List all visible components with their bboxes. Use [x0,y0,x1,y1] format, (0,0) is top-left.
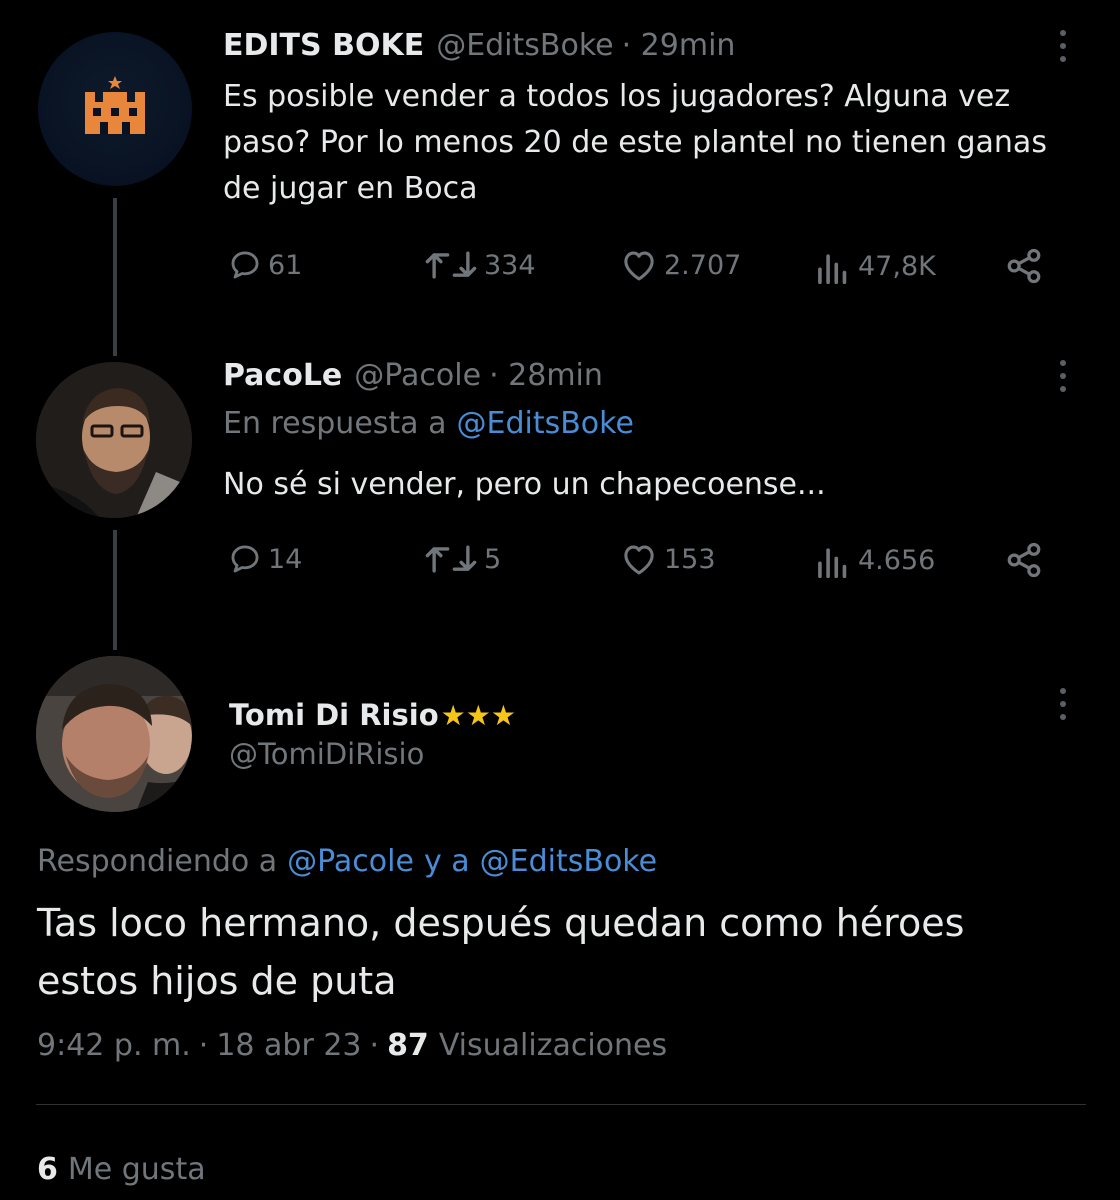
tweet-text: Tas loco hermano, después quedan como hé… [37,901,965,1003]
retweet-count: 334 [484,249,536,281]
date[interactable]: 18 abr 23 [216,1028,361,1063]
like-count: 153 [664,543,716,575]
time[interactable]: 9:42 p. m. [37,1028,191,1063]
more-icon[interactable] [1056,30,1070,62]
avatar[interactable] [36,362,192,518]
handle-text: @TomiDiRisio [229,737,425,771]
views-icon [818,254,847,284]
likes-summary[interactable]: 6 Me gusta [37,1152,206,1187]
handle[interactable]: @EditsBoke [436,28,613,63]
thread-line [113,198,117,356]
retweet-count: 5 [484,543,502,575]
like-button[interactable]: 153 [620,542,716,576]
avatar[interactable] [36,656,192,812]
mention-link[interactable]: @EditsBoke [480,844,657,879]
display-name[interactable]: EDITS BOKE [223,28,424,63]
tweet-text: Es posible vender a todos los jugadores?… [223,79,1047,206]
like-icon [624,251,654,281]
retweet-button[interactable]: 334 [424,248,536,282]
profile-photo [36,656,192,812]
avatar[interactable] [38,32,192,186]
display-name[interactable]: Tomi Di Risio [229,698,439,732]
display-name[interactable]: PacoLe [223,358,342,393]
share-button[interactable] [1004,542,1044,578]
views-button[interactable]: 4.656 [814,542,935,578]
more-icon[interactable] [1056,688,1070,720]
reply-count: 61 [268,249,303,281]
views-count: 47,8K [858,250,936,282]
handle[interactable]: @Pacole [354,358,481,393]
retweet-icon [425,545,477,573]
timestamp[interactable]: · 29min [622,28,736,63]
reply-button[interactable]: 61 [228,248,302,282]
reply-context: En respuesta a @EditsBoke [223,406,634,441]
reply-joiner: y a [423,844,470,879]
star-badge-icon: ★★★ [440,699,516,732]
like-count: 2.707 [664,249,742,281]
reply-icon [231,545,259,573]
action-bar: 61 334 2.707 47,8K [228,248,1058,292]
reply-context: Respondiendo a @Pacole y a @EditsBoke [37,844,657,879]
views-label: Visualizaciones [438,1028,668,1063]
reply-prefix: Respondiendo a [37,844,278,879]
mention-link[interactable]: @Pacole [287,844,414,879]
share-icon [1007,542,1041,578]
tweet-text: No sé si vender, pero un chapecoense... [223,467,826,502]
castle-logo-icon [85,76,145,134]
mention-link[interactable]: @EditsBoke [456,406,633,441]
share-icon [1007,248,1041,284]
reply-icon [231,251,259,279]
retweet-icon [425,251,477,279]
thread-line [113,530,117,650]
likes-label: Me gusta [67,1152,206,1187]
tweet-header: PacoLe @Pacole · 28min [223,358,603,398]
share-button[interactable] [1004,248,1044,284]
handle[interactable]: @TomiDiRisio [229,737,424,771]
views-count: 4.656 [858,544,936,576]
main-tweet-name-row: Tomi Di Risio ★★★ [229,698,516,732]
views-icon [818,548,847,578]
reply-button[interactable]: 14 [228,542,302,576]
reply-prefix: En respuesta a [223,406,447,441]
retweet-button[interactable]: 5 [424,542,501,576]
action-bar: 14 5 153 4.656 [228,542,1058,586]
timestamp[interactable]: · 28min [489,358,603,393]
profile-photo [36,362,192,518]
divider [36,1104,1086,1105]
views-button[interactable]: 47,8K [814,248,936,284]
like-icon [624,545,654,575]
reply-count: 14 [268,543,303,575]
separator: · [198,1028,209,1063]
more-icon[interactable] [1056,360,1070,392]
likes-count: 6 [37,1152,58,1187]
like-button[interactable]: 2.707 [620,248,741,282]
tweet-meta: 9:42 p. m. · 18 abr 23 · 87 Visualizacio… [37,1028,667,1063]
tweet-header: EDITS BOKE @EditsBoke · 29min [223,28,735,68]
views-count: 87 [387,1028,429,1063]
separator: · [369,1028,380,1063]
